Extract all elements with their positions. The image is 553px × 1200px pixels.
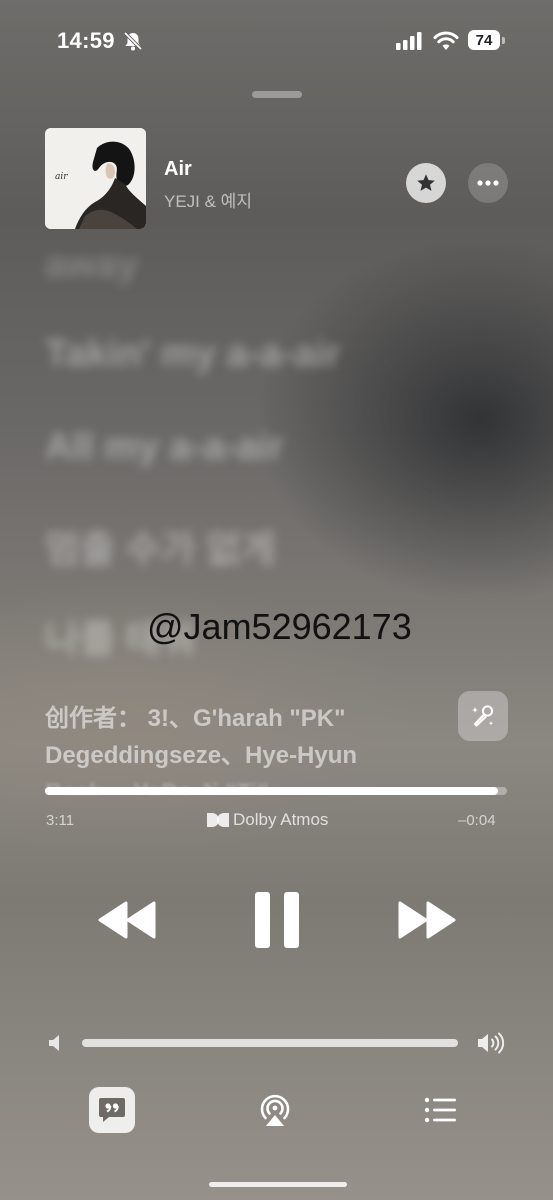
dolby-logo-icon	[207, 813, 229, 827]
album-artwork[interactable]: air	[45, 128, 146, 229]
more-options-button[interactable]	[468, 163, 508, 203]
credits-line: 创作者： 3!、G'harah "PK"	[45, 705, 346, 732]
lyrics-button[interactable]	[89, 1087, 135, 1133]
volume-high-icon	[478, 1032, 505, 1054]
volume-low-icon	[49, 1035, 59, 1051]
volume-slider[interactable]	[82, 1039, 458, 1047]
dolby-atmos-badge[interactable]: Dolby Atmos	[207, 810, 328, 830]
ellipsis-icon	[477, 180, 499, 186]
star-icon	[417, 174, 435, 191]
lyric-line[interactable]: All my a-a-air	[45, 426, 284, 469]
favorite-button[interactable]	[406, 163, 446, 203]
microphone-sparkle-icon	[472, 705, 494, 727]
songwriter-credits: 创作者： 3!、G'harah "PK" Degeddingseze、Hye-H…	[45, 700, 445, 794]
home-indicator[interactable]	[209, 1182, 347, 1187]
bell-slash-icon	[123, 31, 143, 51]
song-artist[interactable]: YEJI & 예지	[164, 187, 252, 212]
playback-progress-fill	[45, 787, 498, 795]
sing-along-button[interactable]	[458, 691, 508, 741]
airplay-button[interactable]	[257, 1091, 293, 1129]
audio-format-label: Dolby Atmos	[233, 810, 329, 829]
lyric-line[interactable]: Takin' my a-a-air	[45, 333, 341, 376]
quote-bubble-icon	[99, 1098, 125, 1122]
pause-button[interactable]	[255, 892, 299, 948]
status-time: 14:59	[57, 28, 115, 53]
battery-level: 74	[468, 30, 500, 50]
fast-forward-button[interactable]	[398, 900, 456, 940]
song-title[interactable]: Air	[164, 158, 192, 181]
playback-scrubber[interactable]	[45, 787, 507, 795]
volume-level-fill	[82, 1039, 458, 1047]
queue-list-button[interactable]	[424, 1097, 456, 1123]
lyric-line[interactable]: 멈출 수가 없게	[45, 518, 276, 573]
lyric-line[interactable]: away	[45, 244, 138, 287]
cellular-signal-icon	[396, 32, 422, 50]
album-artwork-text: air	[55, 172, 68, 182]
watermark-text: @Jam52962173	[147, 606, 412, 647]
rewind-button[interactable]	[98, 900, 156, 940]
wifi-icon	[433, 31, 459, 50]
elapsed-time: 3:11	[46, 812, 75, 829]
battery-icon: 74	[468, 30, 505, 52]
credits-line: Degeddingseze、Hye-Hyun	[45, 742, 358, 769]
sheet-grabber[interactable]	[252, 91, 302, 98]
remaining-time: –0:04	[458, 812, 496, 829]
